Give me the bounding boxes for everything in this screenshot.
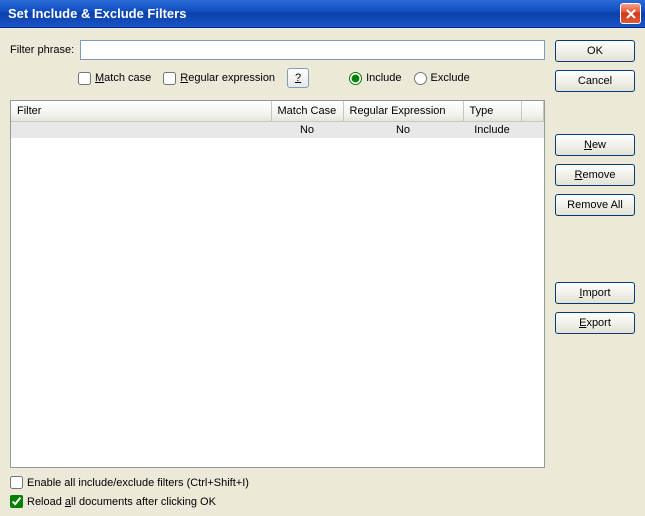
match-case-input[interactable] bbox=[78, 72, 91, 85]
match-case-checkbox[interactable]: Match case bbox=[78, 72, 151, 85]
regex-input[interactable] bbox=[163, 72, 176, 85]
col-filter-header[interactable]: Filter bbox=[11, 101, 271, 121]
cell-filter bbox=[11, 121, 271, 138]
filters-table-wrap[interactable]: Filter Match Case Regular Expression Typ… bbox=[10, 100, 545, 468]
import-button[interactable]: Import bbox=[555, 282, 635, 304]
exclude-radio[interactable]: Exclude bbox=[414, 72, 470, 85]
include-label: Include bbox=[366, 72, 401, 84]
options-row: Match case Regular expression ? Include … bbox=[10, 68, 545, 88]
col-regex-header[interactable]: Regular Expression bbox=[343, 101, 463, 121]
enable-all-label: Enable all include/exclude filters (Ctrl… bbox=[27, 477, 249, 489]
filter-phrase-row: Filter phrase: bbox=[10, 40, 545, 60]
ok-button[interactable]: OK bbox=[555, 40, 635, 62]
col-type-header[interactable]: Type bbox=[463, 101, 521, 121]
filter-phrase-input[interactable] bbox=[80, 40, 545, 60]
titlebar: Set Include & Exclude Filters bbox=[0, 0, 645, 28]
main-column: Filter phrase: Match case Regular expres… bbox=[10, 40, 545, 508]
remove-all-button[interactable]: Remove All bbox=[555, 194, 635, 216]
reload-all-label: Reload all documents after clicking OK bbox=[27, 496, 216, 508]
filter-phrase-label: Filter phrase: bbox=[10, 44, 74, 56]
close-button[interactable] bbox=[620, 3, 641, 24]
side-buttons: OK Cancel New Remove Remove All Import E… bbox=[555, 40, 635, 508]
cell-type: Include bbox=[463, 121, 521, 138]
export-button[interactable]: Export bbox=[555, 312, 635, 334]
regex-help-button[interactable]: ? bbox=[287, 68, 309, 88]
filters-table: Filter Match Case Regular Expression Typ… bbox=[11, 101, 544, 138]
close-icon bbox=[626, 9, 636, 19]
exclude-label: Exclude bbox=[431, 72, 470, 84]
enable-all-checkbox[interactable]: Enable all include/exclude filters (Ctrl… bbox=[10, 476, 545, 489]
remove-button[interactable]: Remove bbox=[555, 164, 635, 186]
col-spacer-header bbox=[521, 101, 544, 121]
new-button[interactable]: New bbox=[555, 134, 635, 156]
bottom-checks: Enable all include/exclude filters (Ctrl… bbox=[10, 476, 545, 508]
col-match-header[interactable]: Match Case bbox=[271, 101, 343, 121]
table-header-row: Filter Match Case Regular Expression Typ… bbox=[11, 101, 544, 121]
regex-checkbox[interactable]: Regular expression bbox=[163, 72, 275, 85]
cell-spacer bbox=[521, 121, 544, 138]
window-title: Set Include & Exclude Filters bbox=[8, 6, 186, 21]
dialog-content: Filter phrase: Match case Regular expres… bbox=[0, 28, 645, 516]
exclude-radio-input[interactable] bbox=[414, 72, 427, 85]
match-case-label: Match case bbox=[95, 72, 151, 84]
reload-all-input[interactable] bbox=[10, 495, 23, 508]
regex-label: Regular expression bbox=[180, 72, 275, 84]
cell-regex: No bbox=[343, 121, 463, 138]
cancel-button[interactable]: Cancel bbox=[555, 70, 635, 92]
table-row[interactable]: No No Include bbox=[11, 121, 544, 138]
reload-all-checkbox[interactable]: Reload all documents after clicking OK bbox=[10, 495, 545, 508]
include-radio-input[interactable] bbox=[349, 72, 362, 85]
include-radio[interactable]: Include bbox=[349, 72, 401, 85]
enable-all-input[interactable] bbox=[10, 476, 23, 489]
cell-match: No bbox=[271, 121, 343, 138]
